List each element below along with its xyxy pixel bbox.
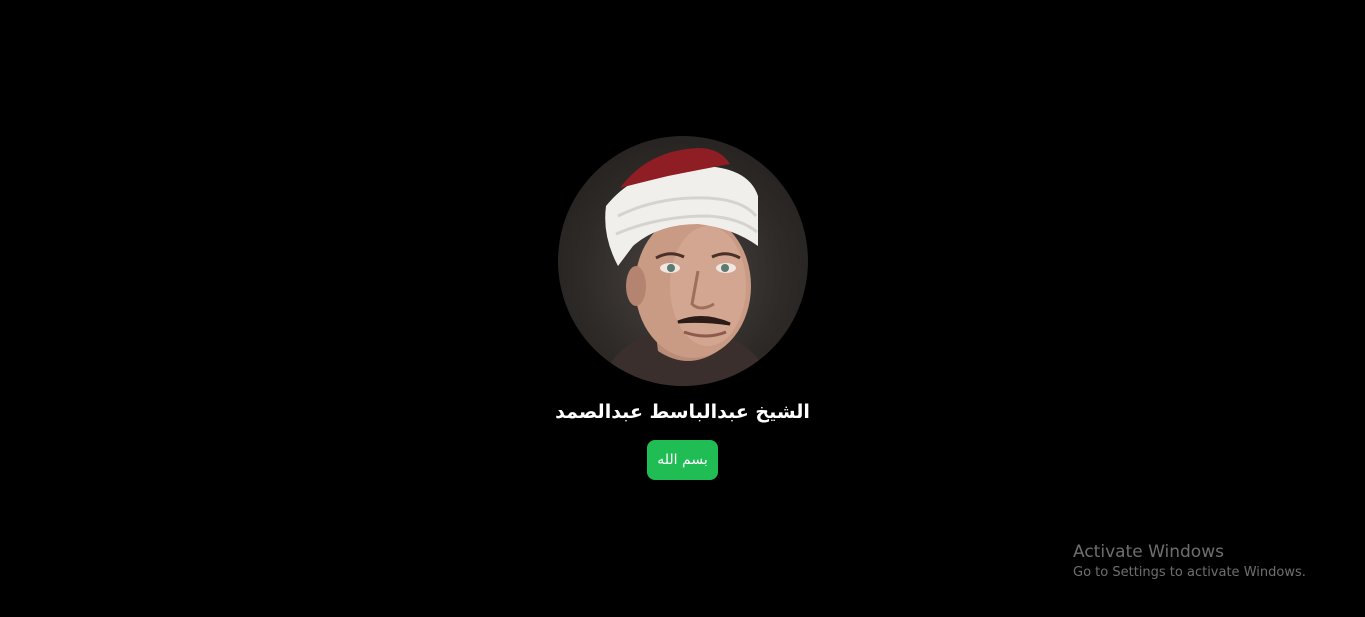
watermark-subtitle: Go to Settings to activate Windows.: [1073, 565, 1306, 580]
profile-photo: [557, 136, 808, 386]
watermark-title: Activate Windows: [1073, 542, 1224, 562]
reciter-name: الشيخ عبدالباسط عبدالصمد: [555, 401, 810, 423]
profile-card: الشيخ عبدالباسط عبدالصمد بسم الله: [0, 136, 1365, 480]
bismillah-button[interactable]: بسم الله: [647, 440, 718, 480]
windows-activation-watermark: Activate Windows Go to Settings to activ…: [1073, 541, 1306, 582]
page: الشيخ عبدالباسط عبدالصمد بسم الله Activa…: [0, 0, 1365, 617]
portrait-illustration: [597, 148, 773, 386]
